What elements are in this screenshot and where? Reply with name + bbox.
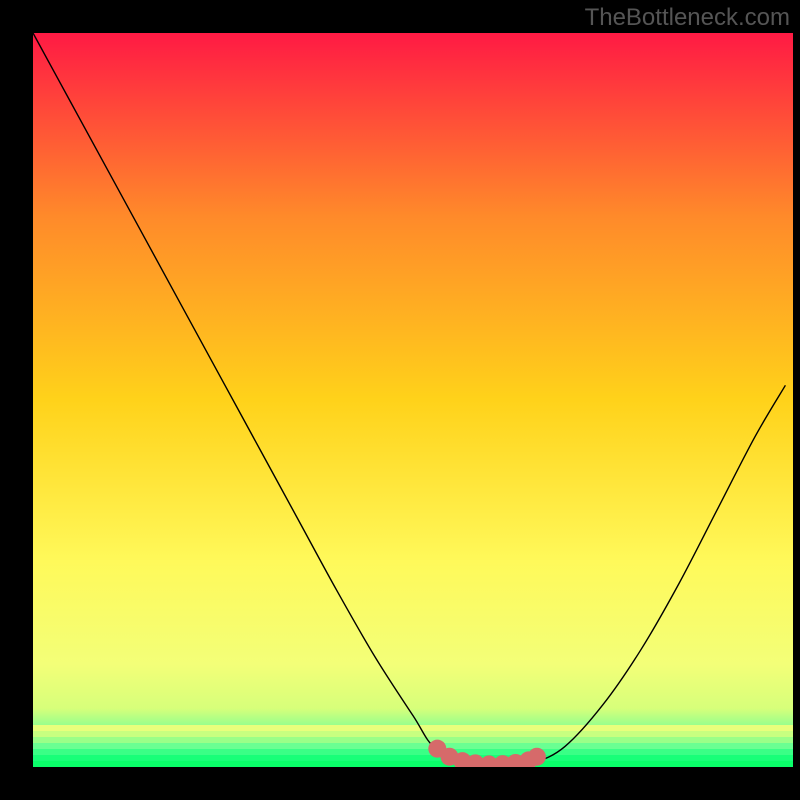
- chart-plot-area: [33, 33, 793, 767]
- gradient-background: [33, 33, 793, 767]
- bottom-color-bands: [33, 725, 793, 767]
- chart-svg: [33, 33, 793, 767]
- watermark-text: TheBottleneck.com: [585, 4, 790, 32]
